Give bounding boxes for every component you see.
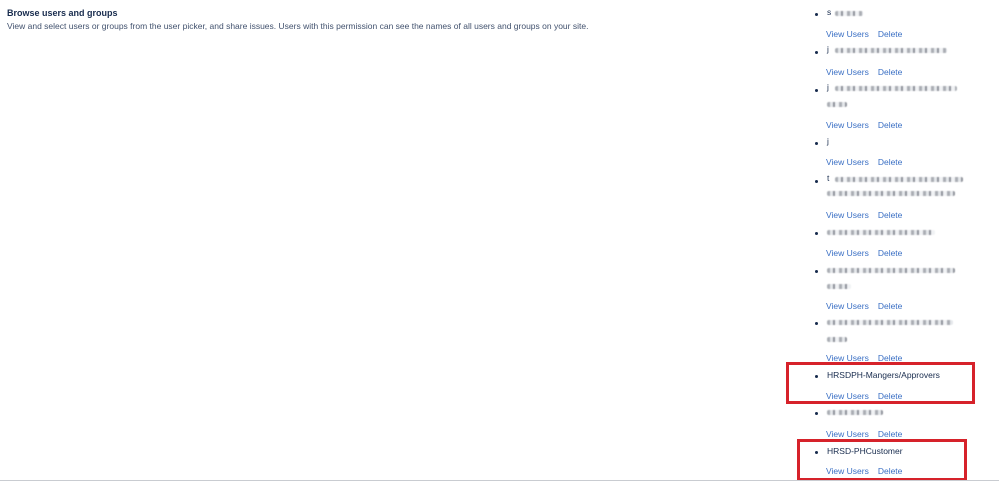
redacted-group-name — [835, 177, 963, 182]
bullet-icon — [815, 270, 818, 273]
redacted-group-name — [827, 268, 955, 273]
highlight-box-customer — [797, 439, 967, 481]
group-name-redacted: j — [827, 82, 829, 92]
divider — [0, 480, 999, 481]
delete-link[interactable]: Delete — [878, 120, 903, 130]
bullet-icon — [815, 412, 818, 415]
bullet-icon — [815, 51, 818, 54]
bullet-icon — [815, 232, 818, 235]
group-name-redacted: t — [827, 173, 830, 183]
bullet-icon — [815, 142, 818, 145]
delete-link[interactable]: Delete — [878, 429, 903, 439]
group-name-redacted: j — [827, 44, 829, 54]
delete-link[interactable]: Delete — [878, 67, 903, 77]
redacted-group-name — [827, 191, 955, 196]
view-users-link[interactable]: View Users — [826, 120, 869, 130]
redacted-group-name — [827, 284, 851, 289]
view-users-link[interactable]: View Users — [826, 429, 869, 439]
redacted-group-name — [835, 48, 947, 53]
redacted-group-name — [827, 102, 847, 107]
view-users-link[interactable]: View Users — [826, 29, 869, 39]
redacted-group-name — [835, 86, 957, 91]
delete-link[interactable]: Delete — [878, 210, 903, 220]
permission-description: View and select users or groups from the… — [7, 21, 589, 31]
bullet-icon — [815, 89, 818, 92]
bullet-icon — [815, 180, 818, 183]
permission-title: Browse users and groups — [7, 8, 118, 18]
view-users-link[interactable]: View Users — [826, 157, 869, 167]
redacted-group-name — [827, 230, 935, 235]
delete-link[interactable]: Delete — [878, 157, 903, 167]
group-name-redacted: s — [827, 7, 832, 17]
view-users-link[interactable]: View Users — [826, 67, 869, 77]
delete-link[interactable]: Delete — [878, 301, 903, 311]
group-name-redacted: j — [827, 136, 829, 146]
redacted-group-name — [835, 11, 863, 16]
bullet-icon — [815, 13, 818, 16]
view-users-link[interactable]: View Users — [826, 301, 869, 311]
delete-link[interactable]: Delete — [878, 29, 903, 39]
view-users-link[interactable]: View Users — [826, 210, 869, 220]
redacted-group-name — [827, 337, 847, 342]
view-users-link[interactable]: View Users — [826, 248, 869, 258]
delete-link[interactable]: Delete — [878, 248, 903, 258]
bullet-icon — [815, 322, 818, 325]
redacted-group-name — [827, 320, 953, 325]
highlight-box-approvers — [786, 362, 975, 404]
redacted-group-name — [827, 410, 883, 415]
